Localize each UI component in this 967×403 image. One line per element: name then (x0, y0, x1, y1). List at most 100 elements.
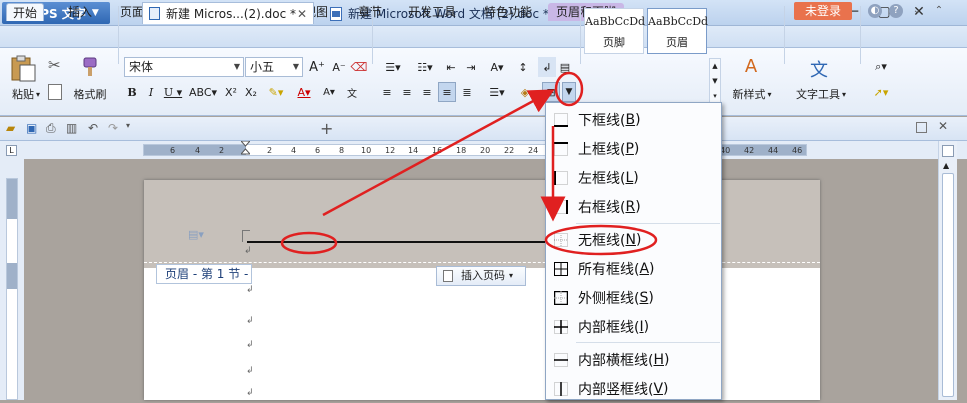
line-spacing-icon[interactable]: ☰▾ (484, 82, 510, 102)
print-icon[interactable]: ⎙ (46, 121, 56, 136)
ruler-number: 12 (385, 146, 396, 155)
ruler-number: 24 (528, 146, 539, 155)
chevron-down-icon: ▼ (292, 62, 300, 71)
restore-doc-icon[interactable] (916, 122, 927, 133)
change-case-icon[interactable]: A▾ (484, 57, 510, 77)
menu-item-right-border[interactable]: 右框线(R) (546, 192, 721, 221)
border-icon[interactable]: ⊞ (542, 82, 560, 102)
shading-icon[interactable]: ◈ (514, 82, 536, 102)
font-color-icon[interactable]: A▾ (292, 82, 316, 102)
indent-marker-icon[interactable] (239, 140, 252, 159)
redo-icon[interactable]: ↷ (108, 121, 118, 135)
find-icon[interactable]: ⌕▾ (866, 57, 896, 77)
align-right-icon[interactable]: ≡ (418, 82, 436, 102)
close-doc-icon[interactable]: ✕ (938, 119, 948, 133)
menu-item-key: N (625, 231, 636, 248)
select-icon[interactable]: ➚▾ (866, 82, 896, 102)
scroll-up-icon[interactable]: ▲ (943, 161, 949, 170)
style-scroll-icon[interactable]: ▲ ▼ ▾ (709, 58, 721, 104)
text-tools-icon[interactable]: 文 (806, 56, 832, 81)
paste-icon[interactable] (8, 55, 40, 83)
phonetic-icon[interactable]: 文 (342, 82, 362, 102)
decrease-indent-icon[interactable]: ⇤ (442, 57, 460, 77)
style-footer[interactable]: AaBbCcDd 页脚 (584, 8, 645, 54)
menu-item-inside-horizontal[interactable]: 内部横框线(H) (546, 345, 721, 374)
table-tool-icon[interactable]: ▤ (556, 57, 574, 77)
login-button[interactable]: 未登录 (794, 2, 852, 20)
view-toggle-icon[interactable] (942, 145, 954, 157)
insert-page-number-button[interactable]: 插入页码 ▾ (436, 266, 526, 286)
italic-icon[interactable]: I (143, 82, 159, 102)
new-style-icon[interactable]: A (738, 56, 764, 80)
subscript-icon[interactable]: X₂ (242, 82, 260, 102)
show-marks-icon[interactable]: ↲ (538, 57, 556, 77)
new-style-button[interactable]: 新样式 ▾ (726, 84, 778, 104)
grow-font-icon[interactable]: A⁺ (308, 57, 326, 77)
strikethrough-icon[interactable]: ABC▾ (188, 82, 218, 102)
justify-icon[interactable]: ≡ (438, 82, 456, 102)
menu-item-key: H (653, 351, 664, 368)
ruler-number: 20 (480, 146, 491, 155)
bold-icon[interactable]: B (124, 82, 140, 102)
help-icon[interactable]: ? (889, 4, 903, 18)
menu-item-inside-borders[interactable]: 内部框线(I) (546, 312, 721, 341)
distributed-icon[interactable]: ≣ (458, 82, 476, 102)
skin-icon[interactable]: ◐ (868, 4, 882, 18)
print-preview-icon[interactable]: ▥ (66, 121, 77, 135)
char-border-icon[interactable]: A▾ (318, 82, 340, 102)
clear-format-icon[interactable]: ⌫ (350, 57, 368, 77)
settings-icon[interactable]: ⌄ (910, 4, 924, 18)
bullet-list-icon[interactable]: ☰▾ (378, 57, 408, 77)
superscript-icon[interactable]: X² (222, 82, 240, 102)
cut-icon[interactable]: ✂ (48, 56, 68, 76)
menu-item-key: P (625, 140, 634, 157)
increase-indent-icon[interactable]: ⇥ (462, 57, 480, 77)
border-dropdown-button[interactable]: ▼ (562, 82, 576, 102)
customize-toolbar-icon[interactable]: ▾ (126, 121, 130, 130)
open-folder-icon[interactable]: ▰ (6, 121, 15, 135)
undo-icon[interactable]: ↶ (88, 121, 98, 135)
new-tab-icon[interactable]: + (320, 119, 333, 138)
paragraph-mark: ↲ (246, 388, 254, 398)
font-name-select[interactable]: 宋体 ▼ (124, 57, 244, 77)
menu-item-no-border[interactable]: 无框线(N) (546, 225, 721, 254)
save-icon[interactable]: ▣ (26, 121, 37, 135)
menu-item-left-border[interactable]: 左框线(L) (546, 163, 721, 192)
document-tab[interactable]: 新建 Micros...(2).doc * ✕ (142, 2, 314, 24)
inside-borders-icon (554, 319, 568, 334)
tab-stop-icon[interactable]: L (6, 145, 17, 156)
tab-section[interactable]: 章节 (352, 3, 388, 21)
menu-item-top-border[interactable]: 上框线(P) (546, 134, 721, 163)
tab-special[interactable]: 特色功能 (478, 3, 538, 21)
shrink-font-icon[interactable]: A⁻ (330, 57, 348, 77)
menu-item-inside-vertical[interactable]: 内部竖框线(V) (546, 374, 721, 403)
collapse-ribbon-icon[interactable]: ⌃ (932, 4, 946, 18)
align-center-icon[interactable]: ≡ (398, 82, 416, 102)
underline-icon[interactable]: U ▾ (162, 82, 184, 102)
menu-item-label: 内部竖框线( (578, 381, 654, 398)
format-painter-button[interactable]: 格式刷 (68, 84, 112, 104)
ruler-number: 10 (361, 146, 372, 155)
menu-item-outside-borders[interactable]: 外侧框线(S) (546, 283, 721, 312)
format-painter-icon[interactable] (78, 56, 100, 78)
align-left-icon[interactable]: ≡ (378, 82, 396, 102)
scrollbar-thumb[interactable] (942, 173, 954, 397)
numbered-list-icon[interactable]: ☷▾ (410, 57, 440, 77)
paragraph-mark: ↲ (244, 246, 252, 256)
highlight-icon[interactable]: ✎▾ (264, 82, 288, 102)
font-size-select[interactable]: 小五 ▼ (245, 57, 303, 77)
tab-home[interactable]: 开始 (6, 3, 44, 21)
vertical-scrollbar[interactable]: ▲ (938, 141, 957, 400)
text-tools-button[interactable]: 文字工具 ▾ (790, 84, 852, 104)
sort-icon[interactable]: ↕ (512, 57, 534, 77)
copy-icon[interactable] (48, 84, 62, 100)
style-header[interactable]: AaBbCcDd 页眉 (647, 8, 708, 54)
tab-developer[interactable]: 开发工具 (404, 3, 460, 21)
ruler-number: 18 (456, 146, 467, 155)
menu-item-all-borders[interactable]: 所有框线(A) (546, 254, 721, 283)
header-options-icon[interactable]: ▤▾ (188, 228, 204, 241)
tab-insert[interactable]: 插入 (62, 3, 98, 21)
menu-item-bottom-border[interactable]: 下框线(B) (546, 105, 721, 134)
close-tab-icon[interactable]: ✕ (297, 4, 307, 24)
paste-button[interactable]: 粘贴 ▾ (6, 84, 46, 104)
